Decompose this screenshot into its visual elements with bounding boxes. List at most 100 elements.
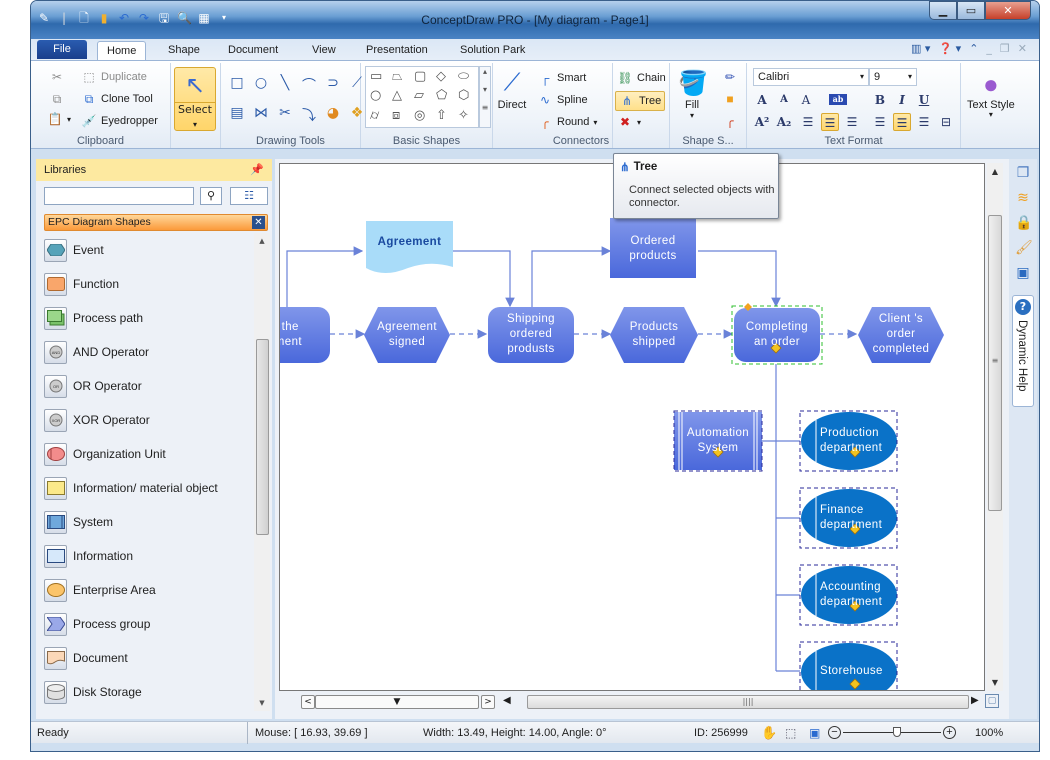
arc-edit-tool-icon[interactable]: ⤵ — [299, 105, 319, 125]
scroll-right-icon[interactable]: ▶ — [971, 695, 979, 706]
scissors-tool-icon[interactable]: ✂ — [275, 105, 295, 125]
mdi-minimize-icon[interactable]: _ — [986, 42, 992, 55]
split-tool-icon[interactable]: ⋈ — [251, 105, 271, 125]
connector-agreement-to-shipping[interactable] — [453, 250, 515, 308]
clone-tool-button[interactable]: ⧉ Clone Tool — [81, 91, 153, 107]
canvas-vscroll-thumb[interactable]: ≡ — [988, 215, 1002, 511]
gallery-scroll[interactable]: ▴ ▾ ≡ — [479, 66, 491, 128]
bold-button[interactable]: B — [871, 91, 889, 109]
library-item-organization-unit[interactable]: Organization Unit — [44, 437, 254, 471]
shape-arrow-up-icon[interactable]: ⇧ — [436, 108, 454, 125]
text-style-button[interactable]: ● Text Style ▾ — [967, 69, 1015, 119]
close-library-icon[interactable]: ✕ — [252, 216, 265, 229]
smart-connector-button[interactable]: ┌ Smart — [537, 70, 587, 86]
align-middle-button[interactable]: ☰ — [893, 113, 911, 131]
shape-cylinder-icon[interactable]: ⌭ — [370, 108, 388, 125]
mdi-restore-icon[interactable]: ❐ — [1000, 42, 1010, 55]
paste-button[interactable]: 📋 ▾ — [47, 111, 72, 127]
round-connector-button[interactable]: ╭ Round ▾ — [537, 114, 597, 130]
connector-ordered-to-completing[interactable] — [698, 250, 781, 308]
close-button[interactable]: ✕ — [985, 1, 1031, 20]
highlight-button[interactable]: ab — [829, 94, 847, 105]
library-item-event[interactable]: Event — [44, 233, 254, 267]
line-style-button[interactable]: ╭ — [722, 113, 738, 129]
font-family-select[interactable]: Calibri ▾ — [753, 68, 869, 86]
library-item-xor-operator[interactable]: XOR XOR Operator — [44, 403, 254, 437]
collapse-ribbon-icon[interactable]: ⌃ — [969, 42, 978, 55]
shape-edit-tool-icon[interactable]: ◕ — [323, 105, 343, 125]
tab-shape[interactable]: Shape — [159, 41, 209, 60]
maximize-button[interactable]: ▭ — [957, 1, 985, 20]
library-item-and-operator[interactable]: AND AND Operator — [44, 335, 254, 369]
copy-button[interactable]: ⧉ — [49, 91, 65, 107]
scroll-up-icon[interactable]: ▲ — [254, 237, 270, 245]
disconnect-button[interactable]: ✖ ▾ — [617, 114, 641, 130]
tab-document[interactable]: Document — [219, 41, 287, 60]
zoom-in-button[interactable]: + — [943, 726, 956, 739]
fill-button[interactable]: 🪣 Fill ▾ — [678, 69, 708, 120]
shape-hexagon-icon[interactable]: ⬡ — [458, 88, 476, 105]
grow-font-button[interactable]: A — [753, 91, 771, 109]
font-size-select[interactable]: 9 ▾ — [869, 68, 917, 86]
underline-button[interactable]: U — [915, 91, 933, 109]
canvas-vertical-scrollbar[interactable]: ▲ ≡ ▼ — [987, 163, 1003, 691]
direct-connector-button[interactable]: ⟋ Direct — [497, 69, 527, 111]
text-tool-icon[interactable]: ▤ — [227, 105, 247, 125]
library-scroll-thumb[interactable] — [256, 339, 269, 535]
eyedropper-button[interactable]: 💉 Eyedropper — [81, 113, 158, 129]
shape-star-icon[interactable]: ✧ — [458, 108, 476, 125]
align-top-button[interactable]: ☰ — [871, 113, 889, 131]
pin-icon[interactable]: 📌 — [250, 159, 264, 181]
tab-solution-park[interactable]: Solution Park — [451, 41, 534, 60]
shrink-font-button[interactable]: A — [775, 91, 793, 109]
ellipse-tool-icon[interactable]: ○ — [251, 75, 271, 95]
prev-page-button[interactable]: < — [301, 695, 315, 709]
connector-sign-to-agreement[interactable] — [286, 246, 364, 307]
arc-tool-icon[interactable]: ⌒ — [299, 75, 319, 95]
zoom-slider[interactable] — [843, 732, 941, 733]
library-item-process-group[interactable]: Process group — [44, 607, 254, 641]
library-tree-icon[interactable]: ☷ — [230, 187, 268, 205]
spline-connector-button[interactable]: ∿ Spline — [537, 92, 588, 108]
library-item-information-material[interactable]: Information/ material object — [44, 471, 254, 505]
library-item-document[interactable]: Document — [44, 641, 254, 675]
library-scrollbar[interactable]: ▲ ▼ — [254, 233, 270, 711]
shape-cube-icon[interactable]: ⧈ — [392, 108, 410, 125]
dynamic-help-tab[interactable]: ? Dynamic Help — [1012, 295, 1034, 407]
shape-trapezoid-icon[interactable]: ⏢ — [392, 69, 410, 86]
align-left-button[interactable]: ☰ — [799, 113, 817, 131]
diagram-canvas[interactable]: n the ement Agreement Agreement signed S… — [279, 163, 985, 691]
fit-window-icon[interactable]: ▣ — [809, 722, 820, 744]
shape-circle-icon[interactable]: ○ — [370, 88, 388, 105]
bezier-tool-icon[interactable]: ⊃ — [323, 75, 343, 95]
zoom-selection-icon[interactable]: ⬚ — [785, 722, 796, 744]
library-item-disk-storage[interactable]: Disk Storage — [44, 675, 254, 709]
minimize-button[interactable]: ▁ — [929, 1, 957, 20]
pages-icon[interactable]: ❐ — [1015, 165, 1031, 181]
library-item-enterprise-area[interactable]: Enterprise Area — [44, 573, 254, 607]
hand-pan-icon[interactable]: ✋ — [761, 722, 777, 744]
library-item-system[interactable]: System — [44, 505, 254, 539]
epc-library-header[interactable]: EPC Diagram Shapes ✕ — [44, 214, 268, 231]
zoom-out-button[interactable]: − — [828, 726, 841, 739]
shape-ellipse-icon[interactable]: ⬭ — [458, 69, 476, 86]
help-icon[interactable]: ❓ ▾ — [938, 42, 961, 55]
shape-diamond-icon[interactable]: ◇ — [436, 69, 454, 86]
chain-button[interactable]: ⛓ Chain — [617, 70, 665, 86]
scroll-up-icon[interactable]: ▲ — [987, 167, 1003, 176]
library-search-input[interactable] — [44, 187, 194, 205]
shape-triangle-icon[interactable]: △ — [392, 88, 410, 105]
italic-button[interactable]: I — [893, 91, 911, 109]
align-right-button[interactable]: ☰ — [843, 113, 861, 131]
line-tool-icon[interactable]: ╲ — [275, 75, 295, 95]
superscript-button[interactable]: A² — [753, 113, 771, 131]
duplicate-button[interactable]: ⬚ Duplicate — [81, 69, 147, 85]
tree-button[interactable]: ⋔ Tree — [615, 91, 666, 111]
shape-rectangle-icon[interactable]: ▭ — [370, 69, 388, 86]
align-bottom-button[interactable]: ☰ — [915, 113, 933, 131]
layers-icon[interactable]: ≋ — [1015, 190, 1031, 206]
line-color-button[interactable]: ✏ — [722, 69, 738, 85]
library-item-or-operator[interactable]: OR OR Operator — [44, 369, 254, 403]
connector-shipping-to-ordered[interactable] — [531, 246, 612, 307]
tab-view[interactable]: View — [303, 41, 345, 60]
